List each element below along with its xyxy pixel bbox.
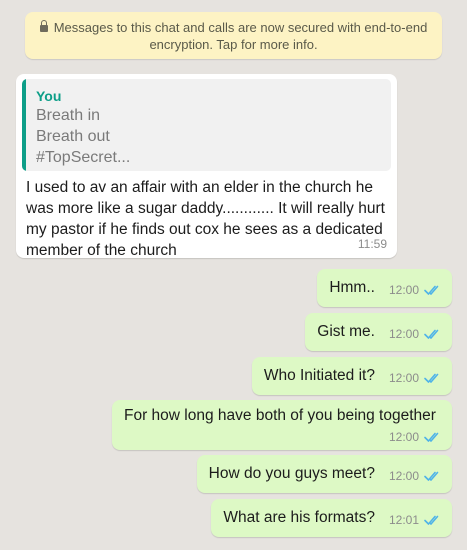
outgoing-message-bubble[interactable]: For how long have both of you being toge… [112,400,452,450]
outgoing-message-bubble[interactable]: How do you guys meet? 12:00 [196,455,452,493]
double-check-icon [424,373,439,383]
lock-icon [39,20,48,32]
message-timestamp: 12:01 [388,513,419,527]
quote-line: #TopSecret... [36,149,131,166]
outgoing-message-bubble[interactable]: What are his formats? 12:01 [211,499,452,537]
message-timestamp: 12:00 [388,469,419,483]
outgoing-message-bubble[interactable]: Who Initiated it? 12:00 [251,357,452,395]
outgoing-message-text: Gist me. [317,323,375,340]
double-check-icon [424,471,439,481]
chat-area: Messages to this chat and calls are now … [0,0,467,550]
double-check-icon [424,329,439,339]
outgoing-message-text: How do you guys meet? [208,465,375,482]
outgoing-message-text: What are his formats? [223,509,375,526]
outgoing-message-text: Who Initiated it? [263,367,375,384]
message-timestamp: 12:00 [388,283,419,297]
encryption-notice-text: Messages to this chat and calls are now … [53,20,428,52]
quote-accent-bar [22,79,26,171]
quote-author: You [36,88,62,104]
quoted-message[interactable]: You Breath in Breath out #TopSecret... [22,79,391,171]
message-timestamp: 11:59 [357,237,387,251]
message-timestamp: 12:00 [388,371,419,385]
message-timestamp: 12:00 [388,327,419,341]
incoming-message-bubble[interactable]: You Breath in Breath out #TopSecret... I… [16,74,397,259]
outgoing-message-text: For how long have both of you being toge… [124,407,436,424]
double-check-icon [424,432,439,442]
outgoing-message-bubble[interactable]: Gist me. 12:00 [305,313,452,351]
incoming-message-text: I used to av an affair with an elder in … [26,179,385,259]
outgoing-message-text: Hmm.. [329,279,375,296]
encryption-notice[interactable]: Messages to this chat and calls are now … [25,12,442,59]
quote-line: Breath out [36,128,110,145]
double-check-icon [424,285,439,295]
outgoing-message-bubble[interactable]: Hmm.. 12:00 [317,269,452,307]
message-timestamp: 12:00 [388,430,419,444]
quote-line: Breath in [36,107,101,124]
double-check-icon [424,515,439,525]
